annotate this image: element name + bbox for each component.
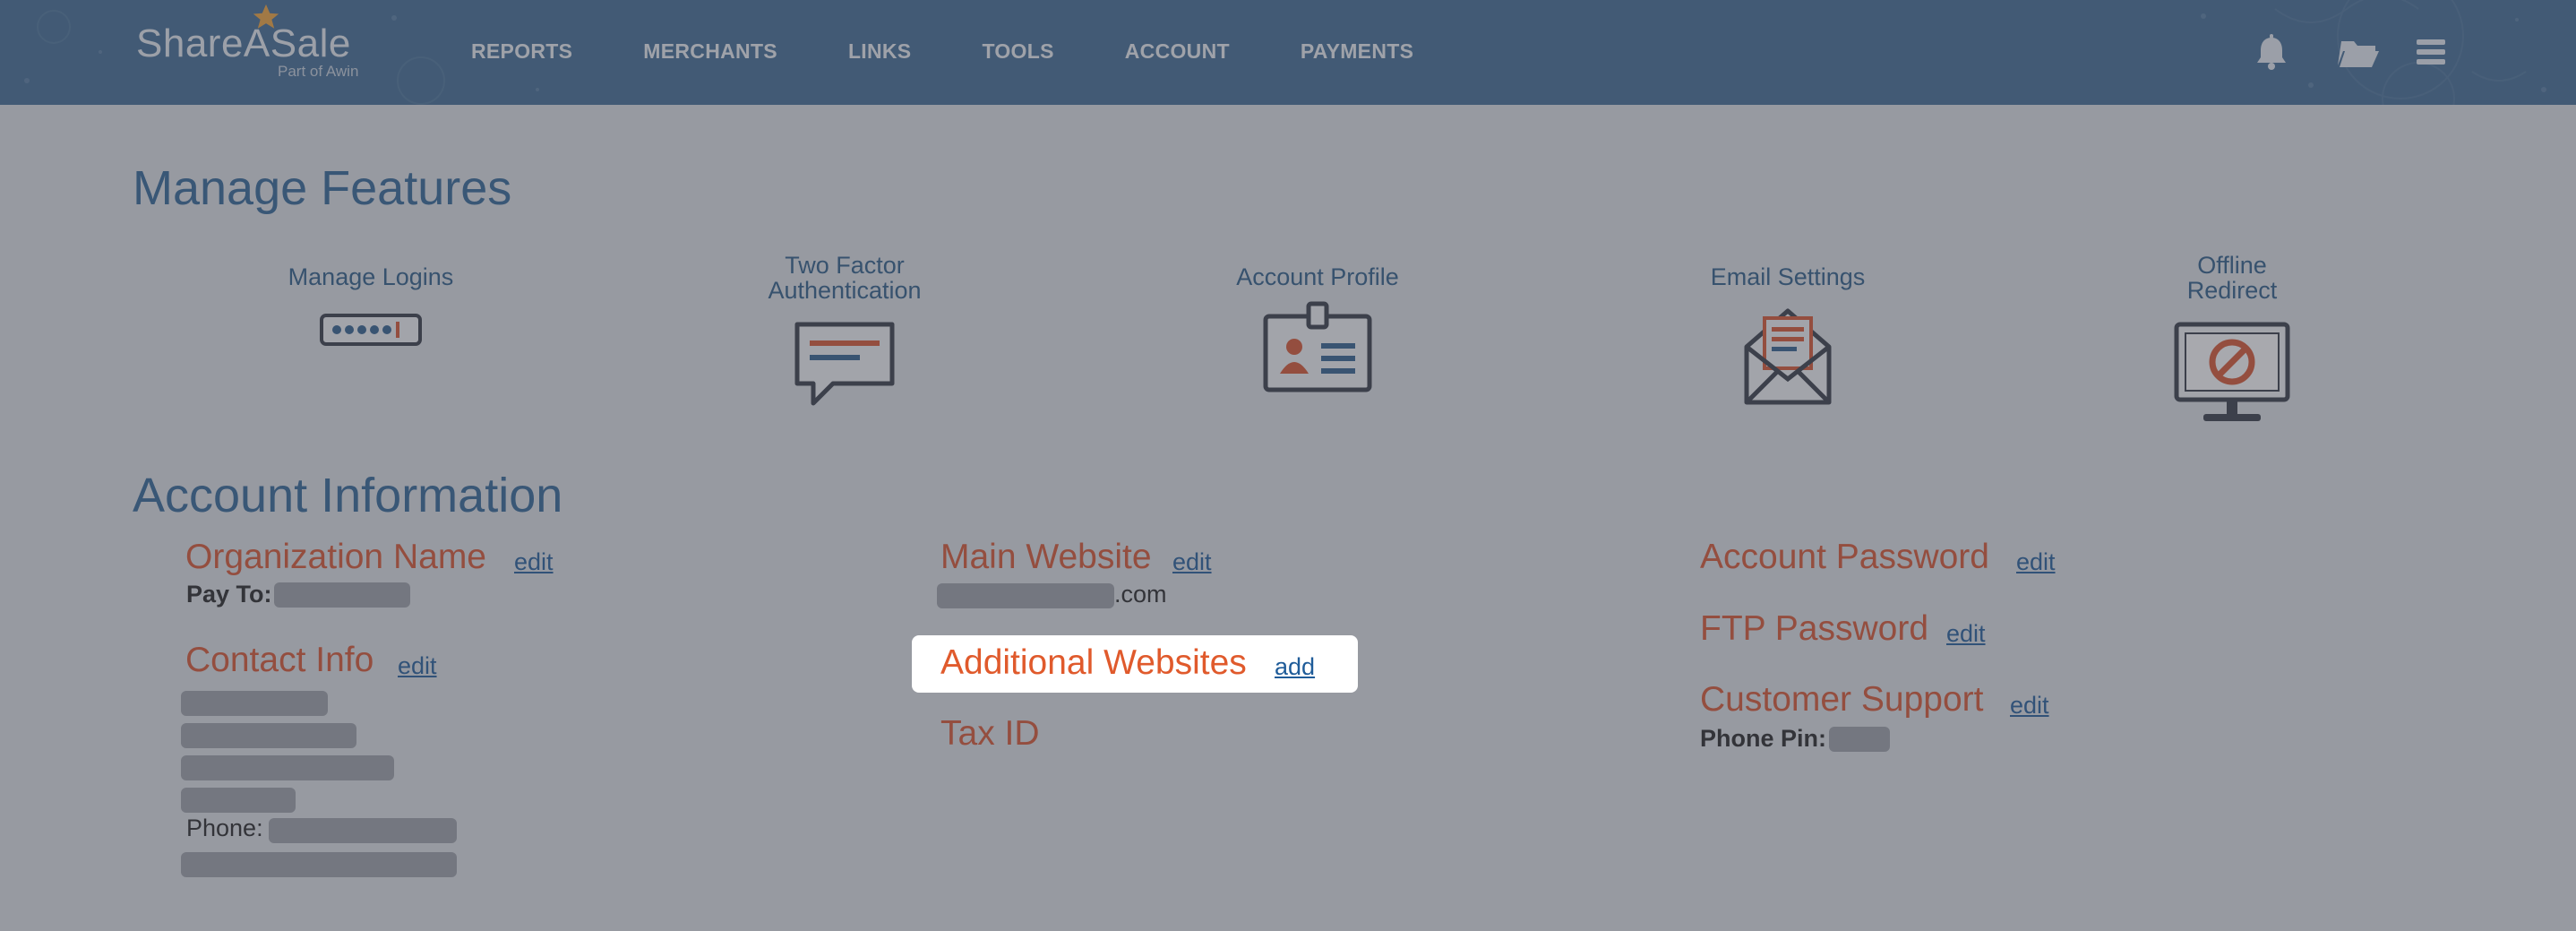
phone-pin-value-redacted (1829, 727, 1890, 752)
feature-offline-redirect[interactable]: Offline Redirect (2098, 253, 2366, 428)
ftp-password-title: FTP Password (1700, 609, 1929, 648)
pay-to-label: Pay To: (186, 581, 272, 608)
feature-two-factor-authentication[interactable]: Two Factor Authentication (710, 253, 979, 409)
phone-value-redacted (269, 818, 457, 843)
feature-manage-logins[interactable]: Manage Logins (236, 264, 505, 347)
feature-account-profile[interactable]: Account Profile (1183, 264, 1452, 393)
shareasale-logo[interactable]: ShareASale Part of Awin (136, 4, 369, 86)
feature-label: Manage Logins (288, 263, 454, 290)
manage-features-heading: Manage Features (133, 161, 512, 215)
customer-support-title: Customer Support (1700, 680, 1984, 719)
contact-line-redacted (181, 852, 457, 877)
main-website-title: Main Website (940, 538, 1152, 576)
ftp-password-edit-link[interactable]: edit (1946, 620, 1986, 648)
blocked-monitor-icon (2174, 322, 2290, 421)
nav-account[interactable]: ACCOUNT (1125, 39, 1230, 64)
pay-to-value-redacted (274, 582, 410, 608)
password-icon (320, 314, 422, 346)
contact-line-redacted (181, 755, 394, 780)
tax-id-title: Tax ID (940, 714, 1040, 753)
feature-label: Account Profile (1236, 263, 1399, 290)
additional-websites-spotlight: Additional Websites add (912, 635, 1358, 693)
feature-label: Two Factor Authentication (768, 252, 922, 304)
additional-websites-title: Additional Websites (940, 643, 1247, 682)
account-password-title: Account Password (1700, 538, 1989, 576)
logo-subtext: Part of Awin (278, 63, 359, 80)
contact-line-redacted (181, 723, 356, 748)
organization-name-title: Organization Name (185, 538, 486, 576)
nav-merchants[interactable]: MERCHANTS (643, 39, 777, 64)
envelope-icon (1744, 308, 1832, 405)
nav-reports[interactable]: REPORTS (471, 39, 572, 64)
main-website-url-suffix: .com (1114, 581, 1167, 608)
contact-line-redacted (181, 691, 328, 716)
contact-info-edit-link[interactable]: edit (398, 652, 437, 680)
additional-websites-add-link[interactable]: add (1275, 653, 1315, 681)
account-password-edit-link[interactable]: edit (2016, 548, 2056, 576)
feature-label: Offline Redirect (2186, 252, 2278, 304)
feature-label: Email Settings (1710, 263, 1866, 290)
main-content: Manage Features Manage Logins Two Factor… (0, 105, 2576, 931)
main-nav: REPORTS MERCHANTS LINKS TOOLS ACCOUNT PA… (471, 39, 1484, 64)
contact-info-title: Contact Info (185, 641, 374, 679)
chat-bubble-icon (794, 322, 895, 406)
account-information-heading: Account Information (133, 469, 563, 522)
customer-support-edit-link[interactable]: edit (2010, 692, 2049, 720)
feature-email-settings[interactable]: Email Settings (1653, 264, 1922, 408)
logo-text: ShareASale (136, 22, 351, 65)
main-website-edit-link[interactable]: edit (1172, 548, 1212, 576)
top-navigation-bar: ShareASale Part of Awin REPORTS MERCHANT… (0, 0, 2576, 105)
nav-tools[interactable]: TOOLS (982, 39, 1053, 64)
bell-icon[interactable] (2250, 32, 2293, 72)
organization-name-edit-link[interactable]: edit (514, 548, 554, 576)
contact-line-redacted (181, 788, 296, 813)
id-badge-icon (1263, 301, 1372, 392)
main-website-url-redacted (937, 583, 1114, 608)
nav-links[interactable]: LINKS (848, 39, 912, 64)
folder-icon[interactable] (2338, 32, 2381, 72)
nav-payments[interactable]: PAYMENTS (1301, 39, 1413, 64)
phone-pin-label: Phone Pin: (1700, 725, 1826, 752)
phone-label: Phone: (186, 815, 263, 841)
menu-icon[interactable] (2409, 32, 2452, 72)
